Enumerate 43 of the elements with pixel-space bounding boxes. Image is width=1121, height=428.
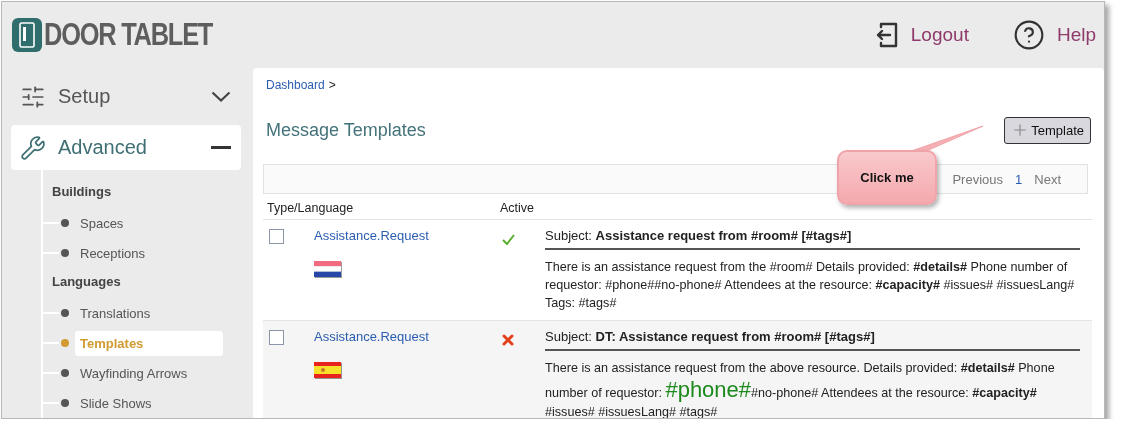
flag-icon bbox=[314, 362, 342, 380]
checkbox[interactable] bbox=[269, 330, 284, 345]
page-title: Message Templates bbox=[266, 119, 426, 141]
sidebar-item[interactable]: Spaces bbox=[75, 210, 223, 236]
bullet-dot bbox=[61, 219, 69, 227]
logo-text: DOOR TABLET bbox=[44, 17, 213, 53]
next-link[interactable]: Next bbox=[1034, 171, 1061, 187]
logout-link[interactable]: Logout bbox=[874, 21, 969, 49]
column-header: Type/Language bbox=[267, 201, 355, 217]
bullet-dot bbox=[61, 339, 69, 347]
sidebar-item[interactable]: Receptions bbox=[75, 240, 223, 266]
template-link[interactable]: Assistance.Request bbox=[314, 329, 502, 344]
sidebar-section[interactable]: Setup bbox=[11, 74, 241, 119]
help-icon bbox=[1012, 19, 1045, 51]
bullet-dot bbox=[61, 399, 69, 407]
message-body: There is an assistance request from the #room# Details provided: #details# Phone number of requestor: #phone##no-phone# Attendees at the resource: #capacity# #issues# #issuesLang# Tags: #tags# bbox=[545, 259, 1076, 312]
breadcrumb-link[interactable]: Dashboard bbox=[266, 78, 325, 96]
wrench-icon bbox=[20, 134, 46, 161]
subject-line: Subject: Assistance request from #room# [#tags#] bbox=[545, 228, 1080, 250]
bullet-dot bbox=[61, 369, 69, 377]
sidebar-item[interactable]: Translations bbox=[75, 300, 223, 326]
callout: Click me bbox=[837, 150, 937, 205]
bullet-dot bbox=[61, 309, 69, 317]
logout-icon bbox=[874, 21, 899, 49]
flag-icon bbox=[314, 261, 342, 279]
breadcrumb-separator: > bbox=[328, 78, 336, 94]
sidebar-item[interactable]: Wayfinding Arrows bbox=[75, 360, 223, 386]
logo-icon bbox=[12, 18, 42, 52]
message-body: There is an assistance request from the above resource. Details provided: #details# Phone number of requestor:#phone##no-phone# Attendees at the resource: #capacity# #issues# #issuesLang# #tags# bbox=[545, 360, 1056, 418]
sidebar-section[interactable]: Advanced bbox=[11, 125, 241, 170]
sliders-icon bbox=[20, 83, 46, 110]
template-link[interactable]: Assistance.Request bbox=[314, 228, 502, 243]
help-link[interactable]: Help bbox=[1012, 19, 1096, 51]
checkbox[interactable] bbox=[269, 229, 284, 244]
page-number[interactable]: 1 bbox=[1015, 171, 1023, 187]
previous-link[interactable]: Previous bbox=[952, 171, 1004, 187]
bullet-dot bbox=[61, 249, 69, 257]
group-title: Languages bbox=[52, 274, 122, 291]
sidebar-item[interactable]: Slide Shows bbox=[75, 390, 223, 416]
add-template-button[interactable]: Template bbox=[1004, 116, 1091, 144]
column-header: Active bbox=[500, 201, 536, 217]
subject-line: Subject: DT: Assistance request from #room# [#tags#] bbox=[545, 329, 1080, 351]
group-title: Buildings bbox=[52, 184, 113, 201]
